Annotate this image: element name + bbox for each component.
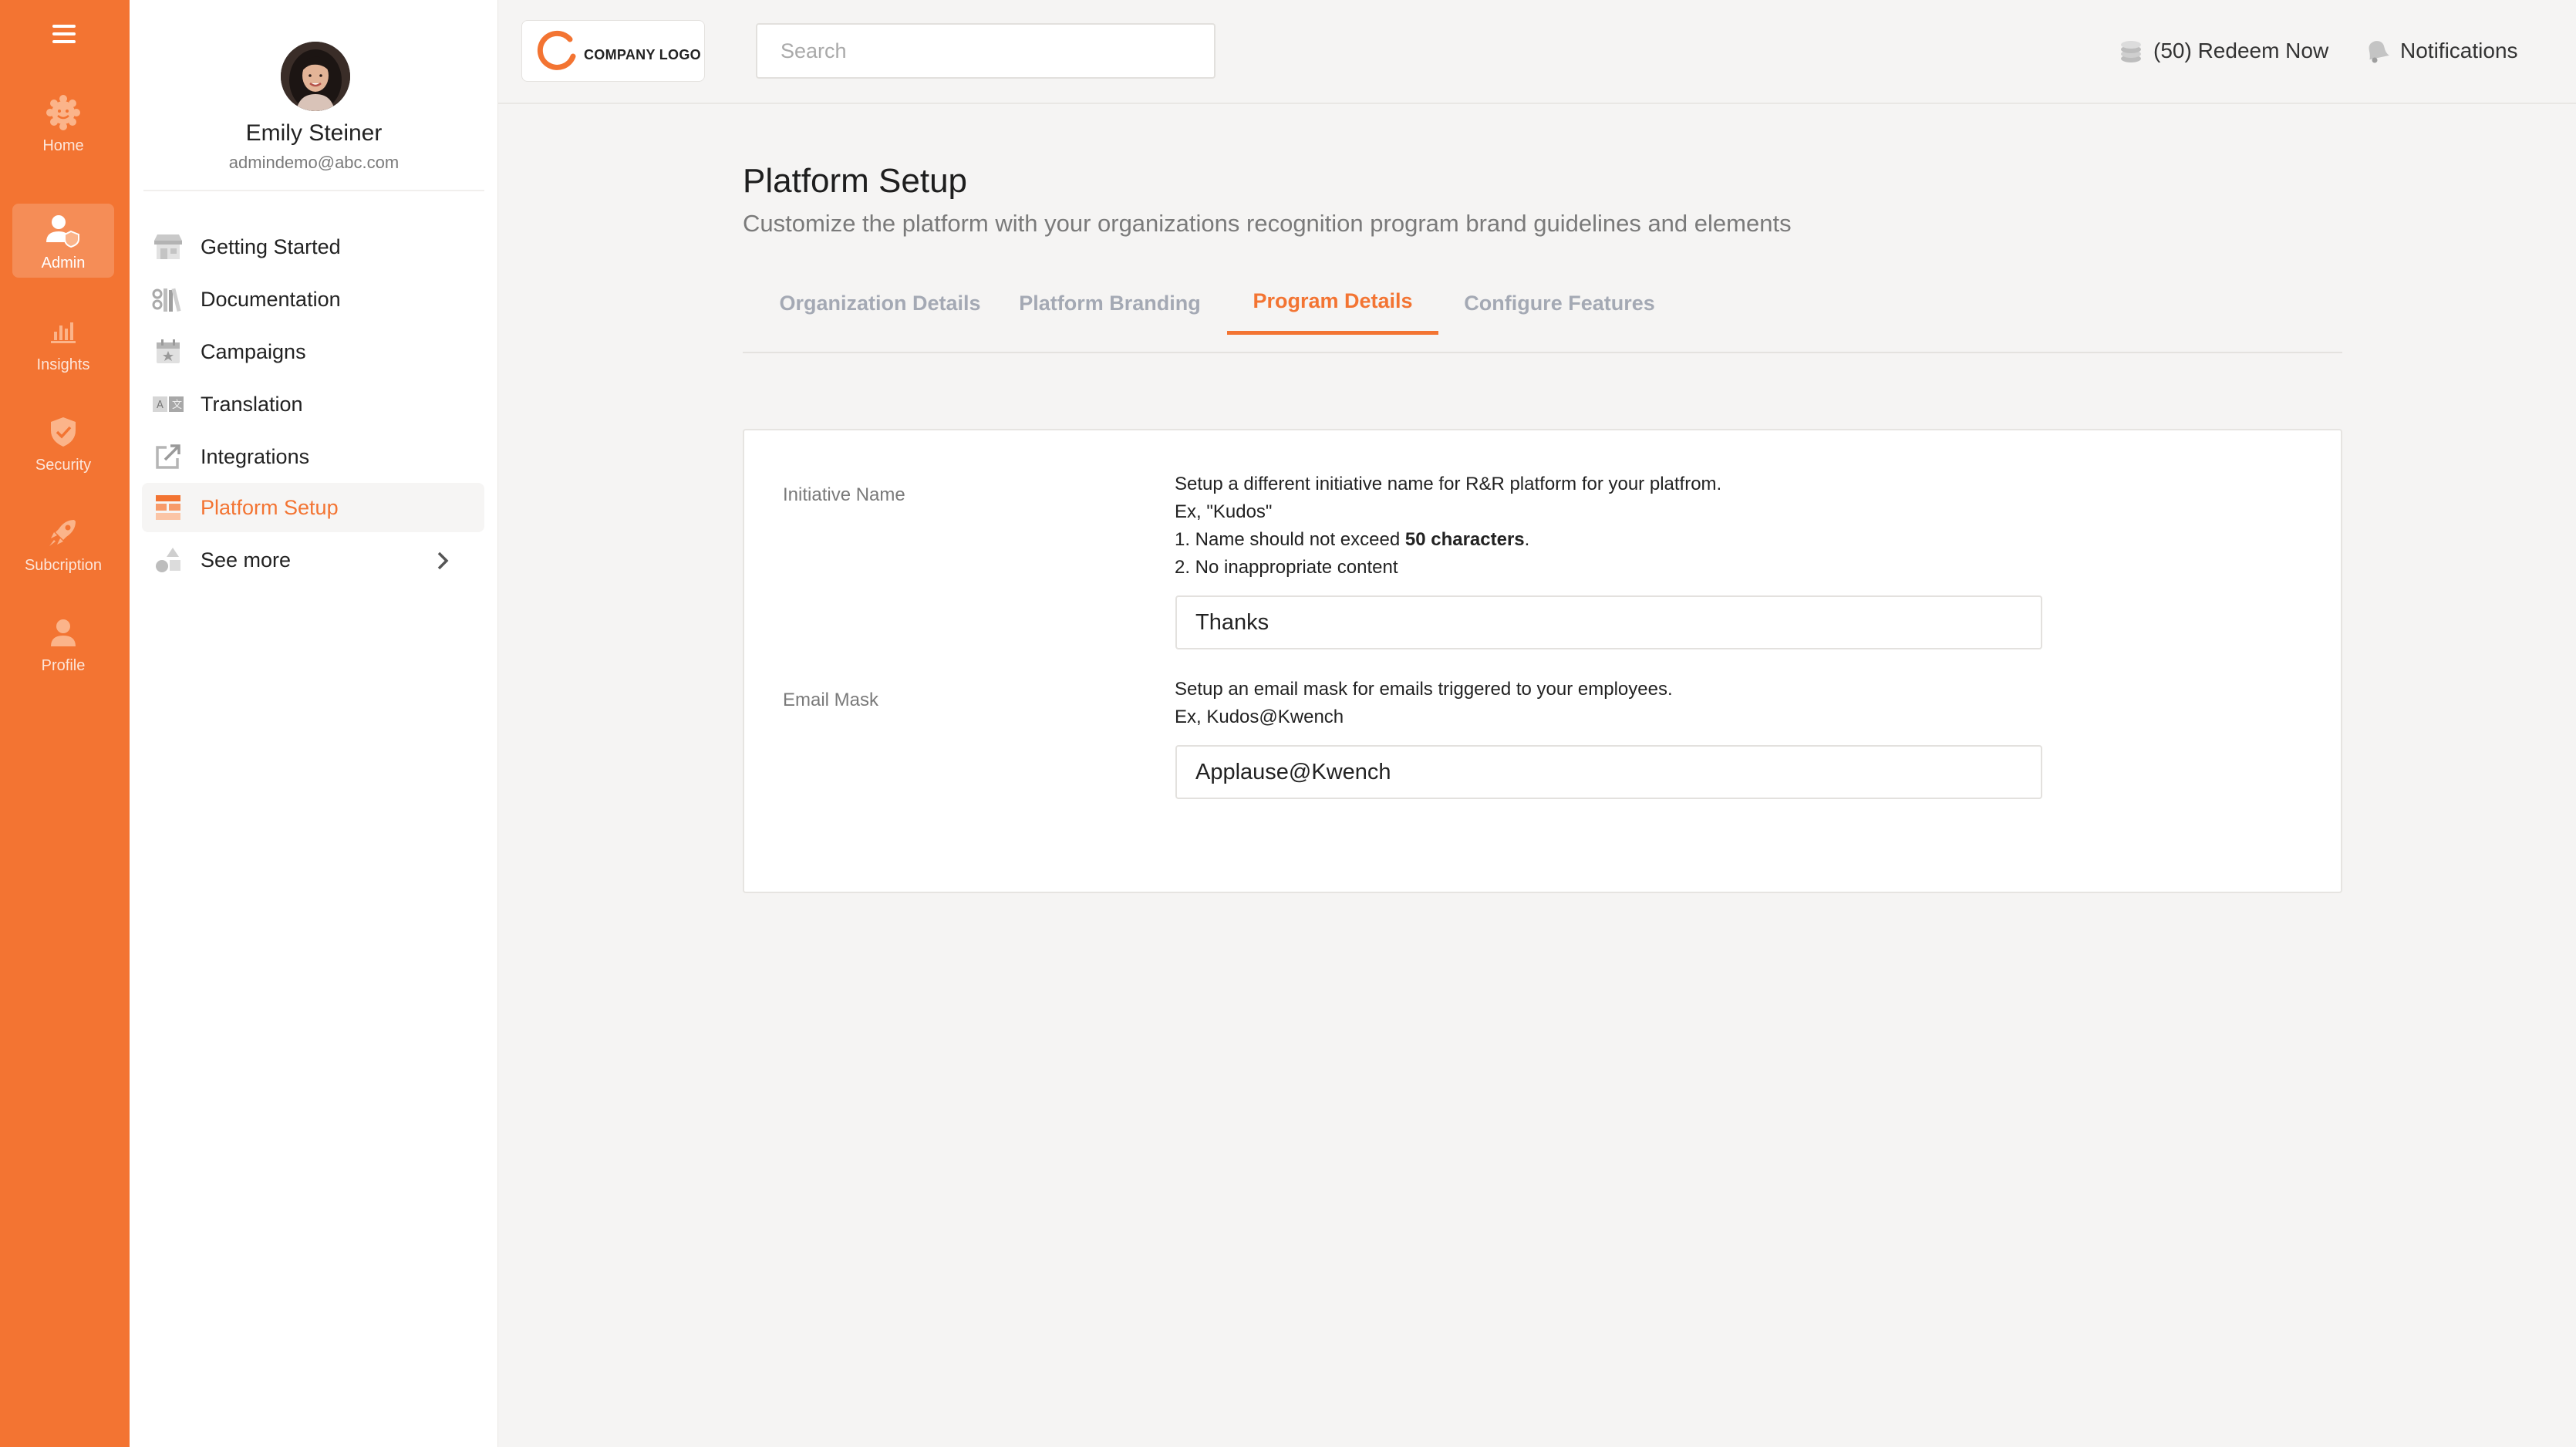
redeem-label: (50) Redeem Now <box>2153 39 2329 62</box>
icon-rail: Home Admin Insights Security Subcription… <box>0 0 130 1447</box>
sidebar-item-campaigns[interactable]: Campaigns <box>142 327 484 376</box>
tab-organization-details[interactable]: Organization Details <box>766 272 994 335</box>
profile-icon <box>42 612 85 653</box>
rail-item-admin[interactable]: Admin <box>12 204 114 278</box>
help-text-prefix: 1. Name should not exceed <box>1175 529 1405 550</box>
notifications-label: Notifications <box>2400 39 2518 62</box>
help-text: Setup a different initiative name for R&… <box>1175 474 1722 494</box>
help-text: 1. Name should not exceed 50 characters. <box>1175 526 1721 554</box>
tab-platform-branding[interactable]: Platform Branding <box>1011 272 1209 335</box>
rocket-icon <box>42 512 85 552</box>
char-limit-text: 50 characters <box>1404 529 1525 550</box>
sidebar-item-label: Getting Started <box>201 234 341 258</box>
help-text: 2. No inappropriate content <box>1175 557 1398 578</box>
redeem-now-button[interactable]: (50) Redeem Now <box>2118 34 2328 68</box>
sidebar-item-label: Integrations <box>201 444 310 468</box>
bell-icon <box>2369 41 2389 63</box>
user-name: Emily Steiner <box>245 120 383 146</box>
initiative-name-help: Setup a different initiative name for R&… <box>1175 471 1721 582</box>
rail-item-home[interactable]: Home <box>12 86 114 160</box>
rail-label-security: Security <box>35 456 92 474</box>
rail-label-admin: Admin <box>41 254 86 272</box>
rail-label-insights: Insights <box>36 356 90 373</box>
security-icon <box>42 412 85 452</box>
books-icon <box>151 284 185 315</box>
sidebar-divider <box>143 190 484 191</box>
shapes-icon <box>151 545 185 575</box>
email-mask-label: Email Mask <box>783 690 879 710</box>
sidebar-item-label: See more <box>201 548 292 572</box>
rail-item-security[interactable]: Security <box>12 406 114 480</box>
sidebar-item-label: Translation <box>201 392 303 416</box>
company-logo[interactable]: COMPANY LOGO <box>521 20 705 82</box>
email-mask-help: Setup an email mask for emails triggered… <box>1175 676 1673 731</box>
rail-label-profile: Profile <box>41 656 86 674</box>
admin-sidebar: Emily Steiner admindemo@abc.com Getting … <box>130 0 498 1447</box>
insights-icon <box>42 312 85 352</box>
initiative-name-label: Initiative Name <box>783 484 905 505</box>
notifications-button[interactable]: Notifications <box>2362 34 2518 68</box>
settings-tabs: Organization Details Platform Branding P… <box>743 272 2342 353</box>
hamburger-menu-icon[interactable] <box>52 25 76 43</box>
initiative-name-input[interactable] <box>1175 595 2042 649</box>
page-subtitle: Customize the platform with your organiz… <box>743 210 1792 237</box>
program-details-card: Initiative Name Setup a different initia… <box>743 429 2342 893</box>
home-icon <box>42 93 85 133</box>
calendar-star-icon <box>151 336 185 367</box>
sidebar-item-label: Documentation <box>201 287 341 311</box>
rail-item-subscription[interactable]: Subcription <box>12 506 114 580</box>
admin-icon <box>42 210 85 250</box>
sidebar-item-see-more[interactable]: See more <box>142 535 484 585</box>
help-text: Ex, "Kudos" <box>1175 501 1273 522</box>
sidebar-item-label: Campaigns <box>201 339 306 363</box>
top-bar: COMPANY LOGO (50) Redeem Now Notificatio… <box>498 0 2576 104</box>
tab-configure-features[interactable]: Configure Features <box>1455 272 1664 335</box>
coins-icon <box>2121 41 2141 62</box>
tab-program-details[interactable]: Program Details <box>1227 272 1438 335</box>
page-title: Platform Setup <box>743 162 968 200</box>
search-input[interactable] <box>756 23 1216 79</box>
sidebar-item-label: Platform Setup <box>201 495 339 519</box>
rail-item-insights[interactable]: Insights <box>12 305 114 379</box>
sidebar-item-platform-setup[interactable]: Platform Setup <box>142 483 484 532</box>
store-icon <box>151 231 185 262</box>
external-link-icon <box>151 441 185 472</box>
logo-text: COMPANY LOGO <box>584 46 701 62</box>
rail-label-home: Home <box>42 137 84 154</box>
chevron-right-icon[interactable] <box>437 551 449 575</box>
rail-item-profile[interactable]: Profile <box>12 606 114 680</box>
sidebar-item-documentation[interactable]: Documentation <box>142 275 484 324</box>
svg-text:A: A <box>157 400 164 411</box>
translate-icon: A 文 <box>151 389 185 420</box>
help-text: Ex, Kudos@Kwench <box>1175 707 1344 727</box>
rail-label-subscription: Subcription <box>24 556 103 574</box>
sidebar-item-getting-started[interactable]: Getting Started <box>142 222 484 272</box>
help-text-suffix: . <box>1524 529 1530 550</box>
sidebar-item-translation[interactable]: A 文 Translation <box>142 379 484 429</box>
user-email: admindemo@abc.com <box>228 153 400 172</box>
sidebar-item-integrations[interactable]: Integrations <box>142 432 484 481</box>
email-mask-input[interactable] <box>1175 745 2042 799</box>
svg-text:文: 文 <box>172 400 182 411</box>
avatar[interactable] <box>281 42 350 111</box>
layout-icon <box>151 492 185 523</box>
help-text: Setup an email mask for emails triggered… <box>1175 679 1673 700</box>
logo-mark-icon <box>537 30 576 70</box>
